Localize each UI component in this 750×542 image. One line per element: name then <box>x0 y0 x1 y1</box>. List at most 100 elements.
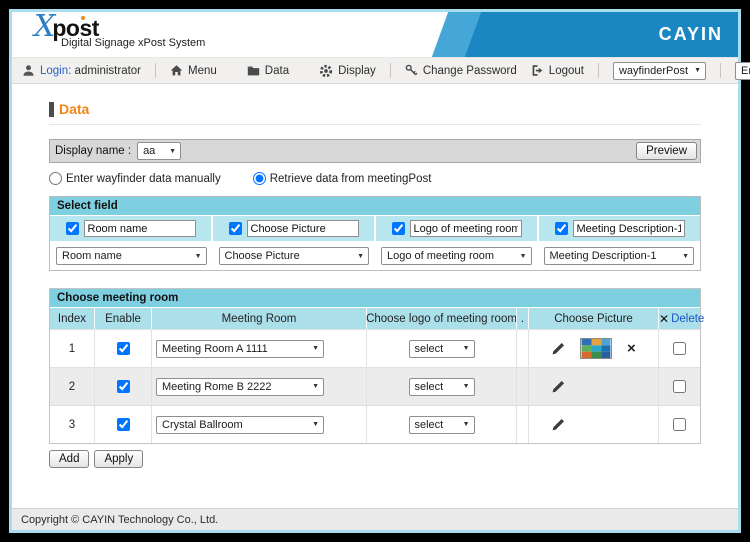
table-row: 3 Crystal Ballroom▼ select▼ <box>50 405 700 443</box>
chevron-down-icon: ▼ <box>357 253 364 260</box>
spacer-cell <box>516 330 528 367</box>
logo-select[interactable]: select▼ <box>409 340 475 358</box>
nav-menu-label: Menu <box>188 65 217 77</box>
nav-item-menu[interactable]: Menu <box>170 64 217 77</box>
column-header: Index <box>50 308 94 329</box>
meeting-room-section: Choose meeting room IndexEnableMeeting R… <box>49 288 701 444</box>
field-dropdown-cell: Logo of meeting room ▼ <box>375 244 538 267</box>
row-index: 3 <box>50 406 94 443</box>
field-name-input[interactable] <box>573 220 685 237</box>
radio-input[interactable] <box>253 172 266 185</box>
logout-label: Logout <box>549 65 584 77</box>
field-select[interactable]: Room name▼ <box>56 247 207 265</box>
meeting-room-select[interactable]: Crystal Ballroom▼ <box>156 416 324 434</box>
app-window: Xpost Digital Signage xPost System CAYIN… <box>9 9 741 533</box>
title-divider <box>49 124 701 125</box>
meeting-room-select[interactable]: Meeting Room A 1111▼ <box>156 340 324 358</box>
edit-picture-icon[interactable] <box>551 380 565 394</box>
edit-picture-icon[interactable] <box>551 418 565 432</box>
field-cell <box>50 216 211 241</box>
field-name-input[interactable] <box>410 220 522 237</box>
chevron-down-icon: ▼ <box>169 148 176 155</box>
preview-button[interactable]: Preview <box>636 142 697 160</box>
remove-picture-icon[interactable]: × <box>627 341 636 356</box>
meeting-room-select[interactable]: Meeting Rome B 2222 ▼ <box>156 378 324 396</box>
column-header: . <box>516 308 528 329</box>
logo-select-value: select <box>415 381 444 393</box>
add-button[interactable]: Add <box>49 450 89 468</box>
meeting-table-body: 1Meeting Room A 1111▼select▼×2Meeting Ro… <box>50 329 700 443</box>
module-select-value: wayfinderPost <box>619 65 688 77</box>
login-status: Login: administrator <box>22 64 141 77</box>
enable-cell <box>94 406 151 443</box>
xpost-logo: Xpost Digital Signage xPost System <box>34 13 205 49</box>
radio-label: Retrieve data from meetingPost <box>270 173 432 185</box>
column-header-delete: ✕Delete <box>658 308 704 329</box>
language-select-value: English <box>741 65 750 77</box>
delete-checkbox[interactable] <box>673 342 686 355</box>
field-select[interactable]: Choose Picture ▼ <box>219 247 370 265</box>
field-cell <box>537 216 700 241</box>
nav-item-display[interactable]: Display <box>319 64 376 78</box>
logo-select[interactable]: select▼ <box>409 416 475 434</box>
change-password-label: Change Password <box>423 65 517 77</box>
chevron-down-icon: ▼ <box>520 253 527 260</box>
copyright-text: Copyright © CAYIN Technology Co., Ltd. <box>21 514 218 526</box>
spacer-cell <box>516 406 528 443</box>
meeting-room-cell: Meeting Rome B 2222 ▼ <box>151 368 366 405</box>
select-field-checkbox-row <box>50 215 700 241</box>
field-checkbox[interactable] <box>229 222 242 235</box>
column-header: Choose Picture <box>528 308 658 329</box>
column-header: Choose logo of meeting room <box>366 308 516 329</box>
nav-item-data[interactable]: Data <box>247 64 289 77</box>
delete-checkbox[interactable] <box>673 380 686 393</box>
picture-cell: × <box>528 330 658 367</box>
logo-select[interactable]: select▼ <box>409 378 475 396</box>
page-title-accent-bar <box>49 102 54 117</box>
field-name-input[interactable] <box>247 220 359 237</box>
display-name-select[interactable]: aa ▼ <box>137 142 181 160</box>
field-dropdown-cell: Choose Picture ▼ <box>213 244 376 267</box>
enable-checkbox[interactable] <box>117 418 130 431</box>
meeting-room-value: Meeting Rome B 2222 <box>162 381 271 393</box>
table-row: 2Meeting Rome B 2222▼select▼ <box>50 367 700 405</box>
xpost-logo-dot <box>81 16 85 20</box>
logout-button[interactable]: Logout <box>531 64 584 77</box>
module-select[interactable]: wayfinderPost ▼ <box>613 62 706 80</box>
gear-icon <box>319 64 333 78</box>
field-select-value: Meeting Description-1 <box>550 250 657 262</box>
main-content: Data Display name : aa ▼ Preview Enter w… <box>12 84 738 508</box>
data-source-radio-1[interactable]: Retrieve data from meetingPost <box>253 172 432 185</box>
field-select[interactable]: Logo of meeting room ▼ <box>381 247 532 265</box>
table-row: 1Meeting Room A 1111▼select▼× <box>50 329 700 367</box>
apply-button[interactable]: Apply <box>94 450 143 468</box>
enable-checkbox[interactable] <box>117 380 130 393</box>
logo-cell: select▼ <box>366 368 516 405</box>
delete-all-icon[interactable]: ✕ <box>659 312 669 326</box>
delete-checkbox[interactable] <box>673 418 686 431</box>
data-source-radio-0[interactable]: Enter wayfinder data manually <box>49 172 221 185</box>
meeting-room-cell: Meeting Room A 1111▼ <box>151 330 366 367</box>
field-name-input[interactable] <box>84 220 196 237</box>
nav-bar: Login: administrator Menu Data Display <box>12 57 738 84</box>
delete-link[interactable]: Delete <box>671 313 704 325</box>
field-select[interactable]: Meeting Description-1▼ <box>544 247 695 265</box>
field-checkbox[interactable] <box>555 222 568 235</box>
key-icon <box>405 64 418 77</box>
change-password-button[interactable]: Change Password <box>405 64 517 77</box>
edit-picture-icon[interactable] <box>551 342 565 356</box>
radio-input[interactable] <box>49 172 62 185</box>
field-checkbox[interactable] <box>392 222 405 235</box>
field-checkbox[interactable] <box>66 222 79 235</box>
language-select[interactable]: English ▼ <box>735 62 750 80</box>
enable-cell <box>94 330 151 367</box>
field-select-value: Logo of meeting room <box>387 250 494 262</box>
picture-thumbnail[interactable] <box>580 338 612 359</box>
display-name-bar: Display name : aa ▼ Preview <box>49 139 701 163</box>
meeting-room-value: Crystal Ballroom <box>162 419 243 431</box>
column-header: Enable <box>94 308 151 329</box>
chevron-down-icon: ▼ <box>312 383 319 390</box>
field-select-value: Choose Picture <box>225 250 300 262</box>
picture-cell <box>528 406 658 443</box>
enable-checkbox[interactable] <box>117 342 130 355</box>
